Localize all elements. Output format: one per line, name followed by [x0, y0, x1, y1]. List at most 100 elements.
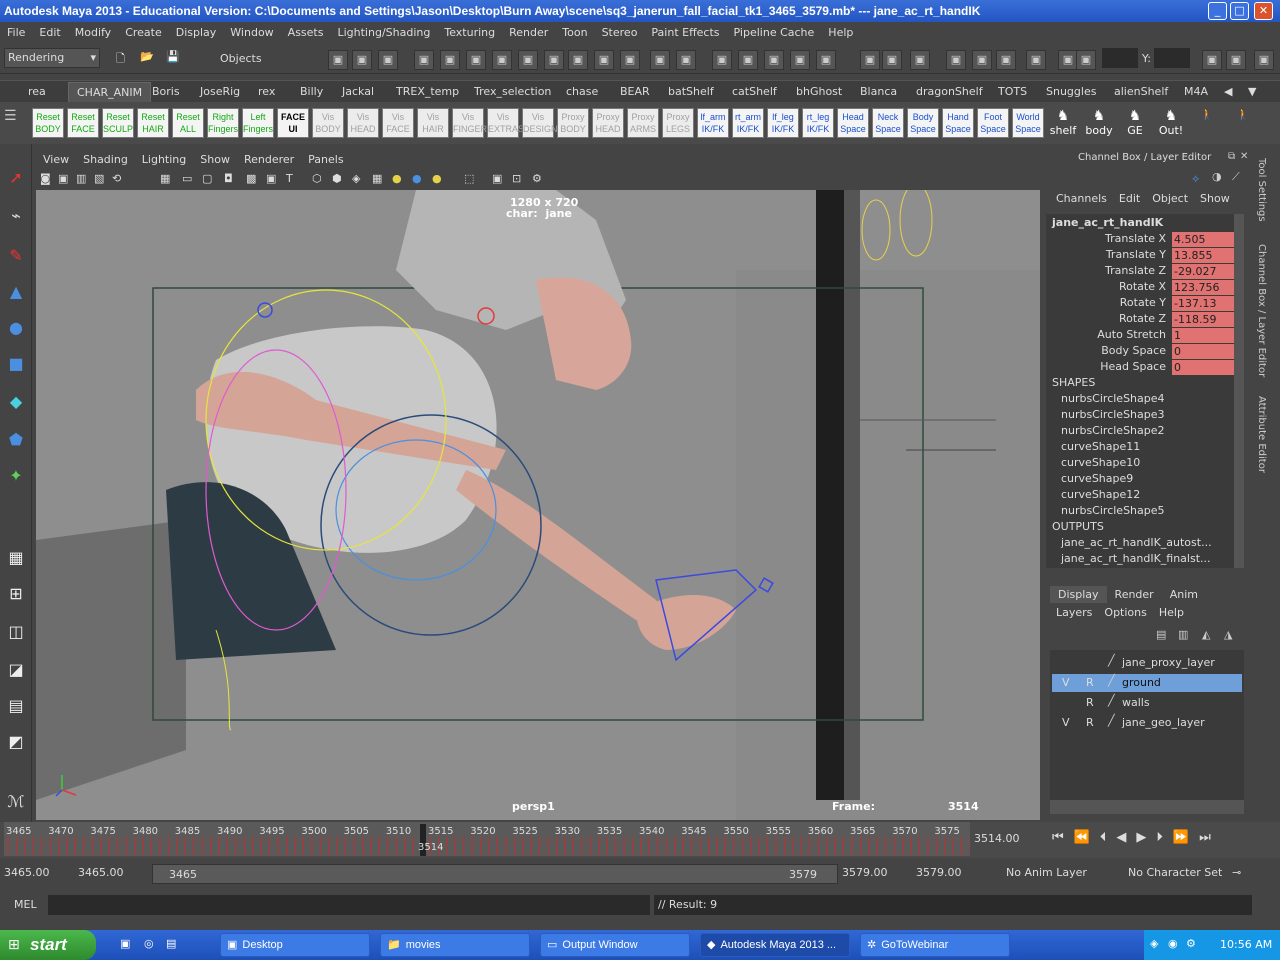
statusline-tool-icon[interactable]: ▣ [764, 50, 784, 70]
shape-node[interactable]: curveShape11 [1061, 440, 1140, 453]
new-layer-icon[interactable]: ▤ [1156, 628, 1166, 641]
shelf-tab[interactable]: alienShelf [1114, 85, 1168, 98]
shelf-button[interactable]: Reset HAIR [137, 108, 169, 138]
shelf-script-icon[interactable]: ♞ shelf [1046, 108, 1080, 140]
statusline-tool-icon[interactable]: ▣ [328, 50, 348, 70]
statusline-tool-icon[interactable]: ▣ [440, 50, 460, 70]
close-panel-icon[interactable]: ✕ [1240, 151, 1248, 162]
layer-visibility-toggle[interactable]: V [1062, 676, 1070, 689]
close-button[interactable]: ✕ [1254, 2, 1273, 20]
taskbar-item[interactable]: ◆ Autodesk Maya 2013 ... [700, 933, 850, 957]
auto-key-icon[interactable]: ⊸ [1232, 866, 1241, 879]
statusline-tool-icon[interactable]: ▣ [972, 50, 992, 70]
statusline-tool-icon[interactable]: ▣ [910, 50, 930, 70]
shelf-button[interactable]: Reset BODY [32, 108, 64, 138]
menu-14[interactable]: Help [821, 22, 860, 44]
selection-mode-label[interactable]: Objects [220, 52, 262, 65]
layer-color-swatch-icon[interactable]: ╱ [1108, 694, 1115, 707]
shelf-menu-icon[interactable]: ☰ [4, 108, 24, 138]
statusline-tool-icon[interactable]: ▣ [1026, 50, 1046, 70]
camera-select-icon[interactable]: ◙ [40, 172, 51, 185]
motion-blur-icon[interactable]: ⚙ [532, 172, 542, 185]
statusline-tool-icon[interactable]: ▣ [1226, 50, 1246, 70]
channel-box-scrollbar[interactable] [1234, 214, 1244, 568]
xray-joints-icon[interactable]: ⊡ [512, 172, 521, 185]
start-time-field[interactable]: 3465.00 [4, 866, 70, 884]
minimize-button[interactable]: _ [1208, 2, 1227, 20]
statusline-tool-icon[interactable]: ▣ [738, 50, 758, 70]
shelf-button[interactable]: FACE UI [277, 108, 309, 138]
step-back-icon[interactable]: ⏪ [1074, 830, 1100, 845]
statusline-tool-icon[interactable]: ▣ [712, 50, 732, 70]
panel-menu-item[interactable]: Lighting [135, 150, 193, 170]
menu-9[interactable]: Render [502, 22, 555, 44]
grid-toggle-icon[interactable]: ▦ [160, 172, 170, 185]
manipulator-tool-icon[interactable]: ◆ [2, 388, 30, 416]
smooth-shade-icon[interactable]: ⬢ [332, 172, 342, 185]
panel-menu-item[interactable]: Panels [301, 150, 350, 170]
shelf-script-icon[interactable]: ♞ GE [1118, 108, 1152, 140]
step-forward-key-icon[interactable]: ⏵ [1156, 830, 1173, 845]
shelf-script-icon[interactable]: ♞ body [1082, 108, 1116, 140]
shelf-button[interactable]: Head Space [837, 108, 869, 138]
shelf-tab[interactable]: M4A [1184, 85, 1208, 98]
shelf-button[interactable]: rt_arm IK/FK [732, 108, 764, 138]
channel-row[interactable]: Translate X 4.505 [1052, 232, 1242, 248]
shelf-button[interactable]: Vis FACE [382, 108, 414, 138]
shelf-button[interactable]: lf_leg IK/FK [767, 108, 799, 138]
taskbar-item[interactable]: ▭ Output Window [540, 933, 690, 957]
statusline-tool-icon[interactable]: ▣ [996, 50, 1016, 70]
menu-6[interactable]: Assets [281, 22, 331, 44]
shelf-button[interactable]: Reset ALL [172, 108, 204, 138]
channel-row[interactable]: Head Space 0 [1052, 360, 1242, 376]
menu-2[interactable]: Modify [68, 22, 118, 44]
quicklaunch-explorer-icon[interactable]: ▤ [166, 937, 176, 950]
statusline-tool-icon[interactable]: ▣ [860, 50, 880, 70]
channel-box-menu-item[interactable]: Channels [1050, 192, 1113, 205]
layer-visibility-toggle[interactable]: V [1062, 716, 1070, 729]
statusline-tool-icon[interactable]: ▣ [1202, 50, 1222, 70]
layer-editor-menu-item[interactable]: Help [1153, 606, 1190, 619]
statusline-tool-icon[interactable]: ▣ [568, 50, 588, 70]
statusline-tool-icon[interactable]: ▣ [650, 50, 670, 70]
statusline-tool-icon[interactable]: ▣ [518, 50, 538, 70]
side-tab[interactable]: Tool Settings [1256, 158, 1267, 222]
layer-row[interactable]: V R ╱ ground [1052, 674, 1242, 692]
shelf-tab[interactable]: rex [258, 85, 275, 98]
shelf-tab[interactable]: bhGhost [796, 85, 842, 98]
statusline-tool-icon[interactable]: ▣ [816, 50, 836, 70]
shelf-tab[interactable]: JoseRig [200, 85, 240, 98]
menu-13[interactable]: Pipeline Cache [727, 22, 822, 44]
shelf-figure-icon[interactable]: 🚶 [1226, 108, 1260, 140]
shelf-button[interactable]: Hand Space [942, 108, 974, 138]
layer-reference-toggle[interactable]: R [1086, 676, 1094, 689]
statusline-tool-icon[interactable]: ▣ [492, 50, 512, 70]
statusline-tool-icon[interactable]: ▣ [1076, 50, 1096, 70]
channel-row[interactable]: Body Space 0 [1052, 344, 1242, 360]
shelf-tab-menu-icon[interactable]: ▼ [1248, 85, 1256, 98]
y-input[interactable] [1154, 48, 1190, 68]
shelf-tab[interactable]: dragonShelf [916, 85, 983, 98]
statusline-tool-icon[interactable]: ▣ [466, 50, 486, 70]
anim-layer-dropdown[interactable]: No Anim Layer [1006, 866, 1087, 879]
shelf-button[interactable]: Vis BODY [312, 108, 344, 138]
shelf-button[interactable]: Proxy HEAD [592, 108, 624, 138]
shelf-button[interactable]: rt_leg IK/FK [802, 108, 834, 138]
scale-tool-icon[interactable]: ■ [2, 350, 30, 378]
tray-network-icon[interactable]: ◈ [1150, 937, 1158, 950]
shape-node[interactable]: curveShape10 [1061, 456, 1140, 469]
maximize-button[interactable]: □ [1230, 2, 1249, 20]
layer-row[interactable]: ╱ jane_proxy_layer [1052, 654, 1242, 672]
shape-node[interactable]: nurbsCircleShape5 [1061, 504, 1165, 517]
layer-row[interactable]: V R ╱ jane_geo_layer [1052, 714, 1242, 732]
shelf-tab[interactable]: Boris [152, 85, 180, 98]
shape-node[interactable]: nurbsCircleShape3 [1061, 408, 1165, 421]
shelf-tab[interactable]: Trex_selection [474, 85, 551, 98]
menu-0[interactable]: File [0, 22, 32, 44]
menu-5[interactable]: Window [223, 22, 280, 44]
range-bar[interactable]: 3465 3579 [152, 864, 838, 884]
side-tab[interactable]: Channel Box / Layer Editor [1256, 244, 1267, 377]
xray-icon[interactable]: ▣ [492, 172, 502, 185]
output-node[interactable]: jane_ac_rt_handIK_autost... [1061, 536, 1212, 549]
graph-editor-layout-icon[interactable]: ◩ [2, 728, 30, 756]
